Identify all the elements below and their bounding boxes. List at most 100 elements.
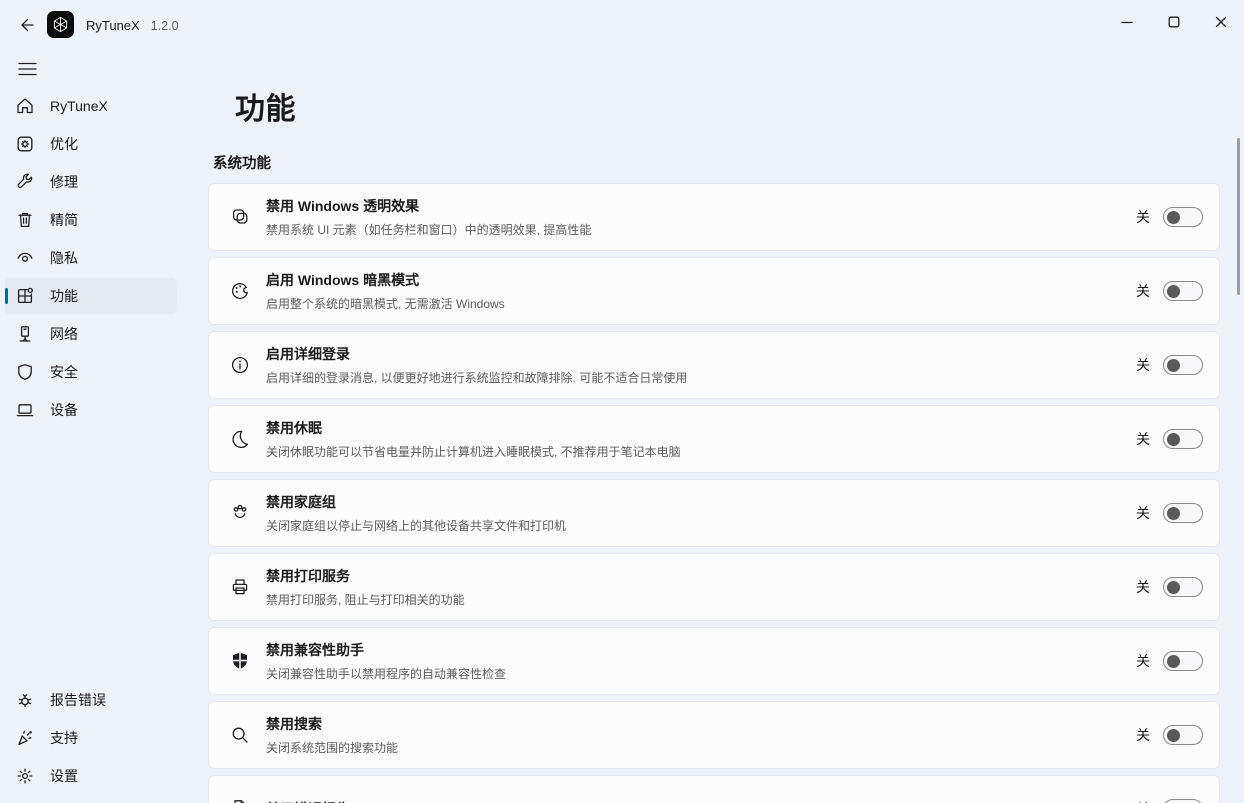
sidebar-item-支持[interactable]: 支持 [5,720,177,756]
selection-accent-bar [5,288,8,304]
toggle-switch[interactable] [1163,725,1203,745]
setting-card: 禁用休眠 关闭休眠功能可以节省电量并防止计算机进入睡眠模式, 不推荐用于笔记本电… [208,405,1220,473]
support-icon [15,728,35,748]
page-title: 功能 [235,84,1244,128]
sidebar-item-label: 优化 [50,134,78,154]
toggle-state-label: 关 [1136,725,1150,745]
transparency-icon [229,206,251,228]
sidebar: RyTuneX 优化 修理 精简 隐私 功能 网络 安全 设备 [0,50,190,803]
hamburger-menu-button[interactable] [12,55,42,83]
debloat-icon [15,210,35,230]
sidebar-item-安全[interactable]: 安全 [5,354,177,390]
hamburger-icon [18,62,37,76]
bug-icon [15,690,35,710]
app-name: RyTuneX [86,18,140,33]
toggle-switch[interactable] [1163,503,1203,523]
sidebar-item-功能[interactable]: 功能 [5,278,177,314]
homegroup-icon [229,502,251,524]
setting-title: 禁用错误报告 [266,799,1136,803]
titlebar: RyTuneX 1.2.0 [0,0,1244,50]
hibernation-icon [229,428,251,450]
sidebar-item-label: 报告错误 [50,690,106,710]
toggle-switch[interactable] [1163,281,1203,301]
sidebar-item-设备[interactable]: 设备 [5,392,177,428]
setting-title: 禁用家庭组 [266,492,1136,512]
error-report-icon [229,798,251,803]
printer-icon [229,576,251,598]
setting-card: 禁用家庭组 关闭家庭组以停止与网络上的其他设备共享文件和打印机 关 [208,479,1220,547]
toggle-knob [1167,729,1180,742]
sidebar-item-label: 修理 [50,172,78,192]
maximize-icon [1168,16,1180,28]
close-button[interactable] [1197,0,1244,44]
setting-title: 启用 Windows 暗黑模式 [266,270,1136,290]
setting-card: 禁用打印服务 禁用打印服务, 阻止与打印相关的功能 关 [208,553,1220,621]
sidebar-item-报告错误[interactable]: 报告错误 [5,682,177,718]
sidebar-item-label: 功能 [50,286,78,306]
sidebar-item-label: 精简 [50,210,78,230]
sidebar-item-label: RyTuneX [50,98,108,114]
toggle-switch[interactable] [1163,799,1203,803]
vertical-scrollbar[interactable] [1237,138,1240,295]
setting-title: 启用详细登录 [266,344,1136,364]
toggle-knob [1167,359,1180,372]
toggle-knob [1167,507,1180,520]
dark-mode-icon [229,280,251,302]
network-icon [15,324,35,344]
arrow-left-icon [18,16,36,34]
repair-icon [15,172,35,192]
setting-title: 禁用搜索 [266,714,1136,734]
sidebar-item-label: 隐私 [50,248,78,268]
toggle-state-label: 关 [1136,429,1150,449]
setting-description: 关闭兼容性助手以禁用程序的自动兼容性检查 [266,665,1136,682]
setting-card: 禁用错误报告 关 [208,775,1220,803]
toggle-knob [1167,211,1180,224]
sidebar-item-网络[interactable]: 网络 [5,316,177,352]
sidebar-item-RyTuneX[interactable]: RyTuneX [5,88,177,124]
close-icon [1215,16,1227,28]
toggle-state-label: 关 [1136,651,1150,671]
toggle-state-label: 关 [1136,207,1150,227]
toggle-state-label: 关 [1136,577,1150,597]
sidebar-footer-nav: 报告错误 支持 设置 [0,680,190,796]
minimize-button[interactable] [1103,0,1150,44]
toggle-switch[interactable] [1163,651,1203,671]
info-icon [229,354,251,376]
setting-title: 禁用休眠 [266,418,1136,438]
toggle-state-label: 关 [1136,799,1150,803]
toggle-switch[interactable] [1163,577,1203,597]
sidebar-item-隐私[interactable]: 隐私 [5,240,177,276]
home-icon [15,96,35,116]
setting-card: 启用 Windows 暗黑模式 启用整个系统的暗黑模式, 无需激活 Window… [208,257,1220,325]
app-logo [47,11,74,38]
features-icon [15,286,35,306]
setting-card: 禁用兼容性助手 关闭兼容性助手以禁用程序的自动兼容性检查 关 [208,627,1220,695]
setting-description: 关闭休眠功能可以节省电量并防止计算机进入睡眠模式, 不推荐用于笔记本电脑 [266,443,1136,460]
sidebar-item-修理[interactable]: 修理 [5,164,177,200]
toggle-switch[interactable] [1163,355,1203,375]
toggle-knob [1167,433,1180,446]
window-controls [1103,0,1244,44]
window-title: RyTuneX 1.2.0 [86,18,179,33]
setting-description: 关闭系统范围的搜索功能 [266,739,1136,756]
toggle-state-label: 关 [1136,503,1150,523]
setting-card: 禁用 Windows 透明效果 禁用系统 UI 元素（如任务栏和窗口）中的透明效… [208,183,1220,251]
sidebar-item-优化[interactable]: 优化 [5,126,177,162]
toggle-switch[interactable] [1163,207,1203,227]
setting-description: 禁用系统 UI 元素（如任务栏和窗口）中的透明效果, 提高性能 [266,221,1136,238]
optimize-icon [15,134,35,154]
sidebar-item-label: 安全 [50,362,78,382]
sidebar-item-精简[interactable]: 精简 [5,202,177,238]
back-button[interactable] [12,11,42,39]
sidebar-item-label: 网络 [50,324,78,344]
maximize-button[interactable] [1150,0,1197,44]
toggle-switch[interactable] [1163,429,1203,449]
setting-title: 禁用兼容性助手 [266,640,1136,660]
security-icon [15,362,35,382]
toggle-knob [1167,285,1180,298]
setting-description: 禁用打印服务, 阻止与打印相关的功能 [266,591,1136,608]
sidebar-item-设置[interactable]: 设置 [5,758,177,794]
app-version: 1.2.0 [151,19,179,33]
defender-icon [229,650,251,672]
toggle-state-label: 关 [1136,355,1150,375]
